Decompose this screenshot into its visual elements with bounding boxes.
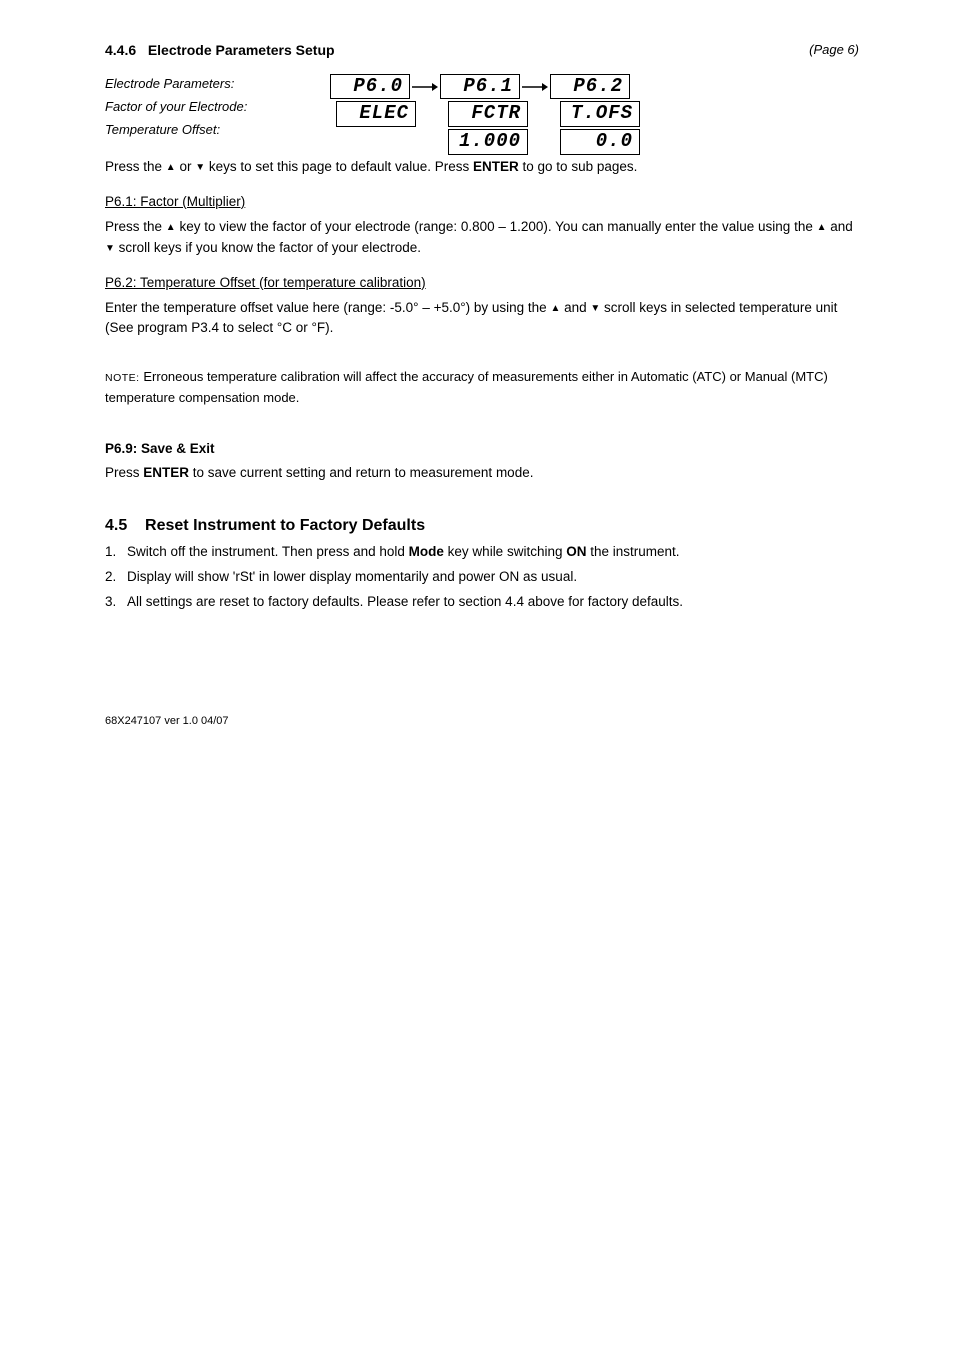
step-1: 1. Switch off the instrument. Then press… — [105, 542, 859, 563]
text: or — [176, 159, 196, 174]
label-electrode: Electrode Parameters: — [105, 74, 330, 94]
lcd-p60: P6.0 — [330, 74, 410, 100]
footer: 68X247107 ver 1.0 04/07 — [105, 713, 859, 730]
text: and — [560, 300, 590, 315]
step-3: 3. All settings are reset to factory def… — [105, 592, 859, 613]
header-row: 4.4.6 Electrode Parameters Setup (Page 6… — [105, 40, 859, 62]
diagram-row-1: P6.0 P6.1 P6.2 — [330, 74, 640, 100]
step-num: 2. — [105, 567, 127, 588]
note-text: Erroneous temperature calibration will a… — [105, 369, 828, 405]
text: Press the — [105, 219, 166, 234]
label-offset: Temperature Offset: — [105, 120, 330, 140]
reset-title: Reset Instrument to Factory Defaults — [145, 517, 425, 534]
mode-key: Mode — [409, 544, 444, 559]
step-num: 3. — [105, 592, 127, 613]
triangle-up-icon: ▲ — [166, 162, 176, 173]
label-factor: Factor of your Electrode: — [105, 97, 330, 117]
diagram-block: Electrode Parameters: Factor of your Ele… — [105, 74, 859, 157]
triangle-down-icon: ▼ — [195, 162, 205, 173]
degree-c: °C — [277, 320, 292, 335]
text: key while switching — [444, 544, 566, 559]
step-text: Switch off the instrument. Then press an… — [127, 542, 680, 563]
lcd-elec: ELEC — [336, 101, 416, 127]
para-2: Press the ▲ key to view the factor of yo… — [105, 217, 859, 259]
text: the instrument. — [586, 544, 679, 559]
text: to go to sub pages. — [519, 159, 638, 174]
diagram-boxes: P6.0 P6.1 P6.2 ELEC FCTR T.OFS 1.000 0.0 — [330, 74, 640, 157]
enter-key: ENTER — [143, 465, 189, 480]
triangle-up-icon: ▲ — [817, 222, 827, 233]
section-title: Electrode Parameters Setup — [148, 42, 335, 58]
enter-key: ENTER — [473, 159, 519, 174]
lcd-fctr: FCTR — [448, 101, 528, 127]
step-text: Display will show 'rSt' in lower display… — [127, 567, 577, 588]
para-1: Press the ▲ or ▼ keys to set this page t… — [105, 157, 859, 178]
triangle-down-icon: ▼ — [105, 243, 115, 254]
text: Press — [105, 465, 143, 480]
save-title: P6.9: Save & Exit — [105, 439, 859, 460]
on-key: ON — [566, 544, 586, 559]
reset-header: 4.5 Reset Instrument to Factory Defaults — [105, 514, 859, 539]
section-header: 4.4.6 Electrode Parameters Setup — [105, 40, 335, 62]
diagram-labels-col: Electrode Parameters: Factor of your Ele… — [105, 74, 330, 143]
lcd-p61: P6.1 — [440, 74, 520, 100]
diagram-row-2: ELEC FCTR T.OFS — [336, 101, 640, 127]
lcd-val-fctr: 1.000 — [448, 129, 528, 155]
triangle-up-icon: ▲ — [166, 222, 176, 233]
reset-section-num: 4.5 — [105, 517, 127, 534]
note-block: NOTE: Erroneous temperature calibration … — [105, 367, 859, 409]
para-3: Enter the temperature offset value here … — [105, 298, 859, 340]
lcd-val-tofs: 0.0 — [560, 129, 640, 155]
text: key to view the factor of your electrode… — [176, 219, 817, 234]
text: or °F). — [292, 320, 333, 335]
step-num: 1. — [105, 542, 127, 563]
text: and — [827, 219, 853, 234]
note-label: NOTE: — [105, 372, 140, 384]
diagram-row-3: 1.000 0.0 — [448, 129, 640, 155]
factor-title: P6.1: Factor (Multiplier) — [105, 192, 859, 213]
lcd-p62: P6.2 — [550, 74, 630, 100]
triangle-up-icon: ▲ — [550, 303, 560, 314]
triangle-down-icon: ▼ — [590, 303, 600, 314]
arrow-right-icon — [522, 81, 548, 93]
section-number: 4.4.6 — [105, 42, 136, 58]
save-para: Press ENTER to save current setting and … — [105, 463, 859, 484]
text: to save current setting and return to me… — [189, 465, 533, 480]
page-ref: (Page 6) — [809, 40, 859, 60]
text: Press the — [105, 159, 166, 174]
text: keys to set this page to default value. … — [205, 159, 473, 174]
lcd-tofs: T.OFS — [560, 101, 640, 127]
footer-text: 68X247107 ver 1.0 04/07 — [105, 715, 229, 727]
step-text: All settings are reset to factory defaul… — [127, 592, 683, 613]
step-2: 2. Display will show 'rSt' in lower disp… — [105, 567, 859, 588]
text: Switch off the instrument. Then press an… — [127, 544, 409, 559]
text: scroll keys if you know the factor of yo… — [115, 240, 421, 255]
offset-title: P6.2: Temperature Offset (for temperatur… — [105, 273, 859, 294]
text: Enter the temperature offset value here … — [105, 300, 550, 315]
arrow-right-icon — [412, 81, 438, 93]
